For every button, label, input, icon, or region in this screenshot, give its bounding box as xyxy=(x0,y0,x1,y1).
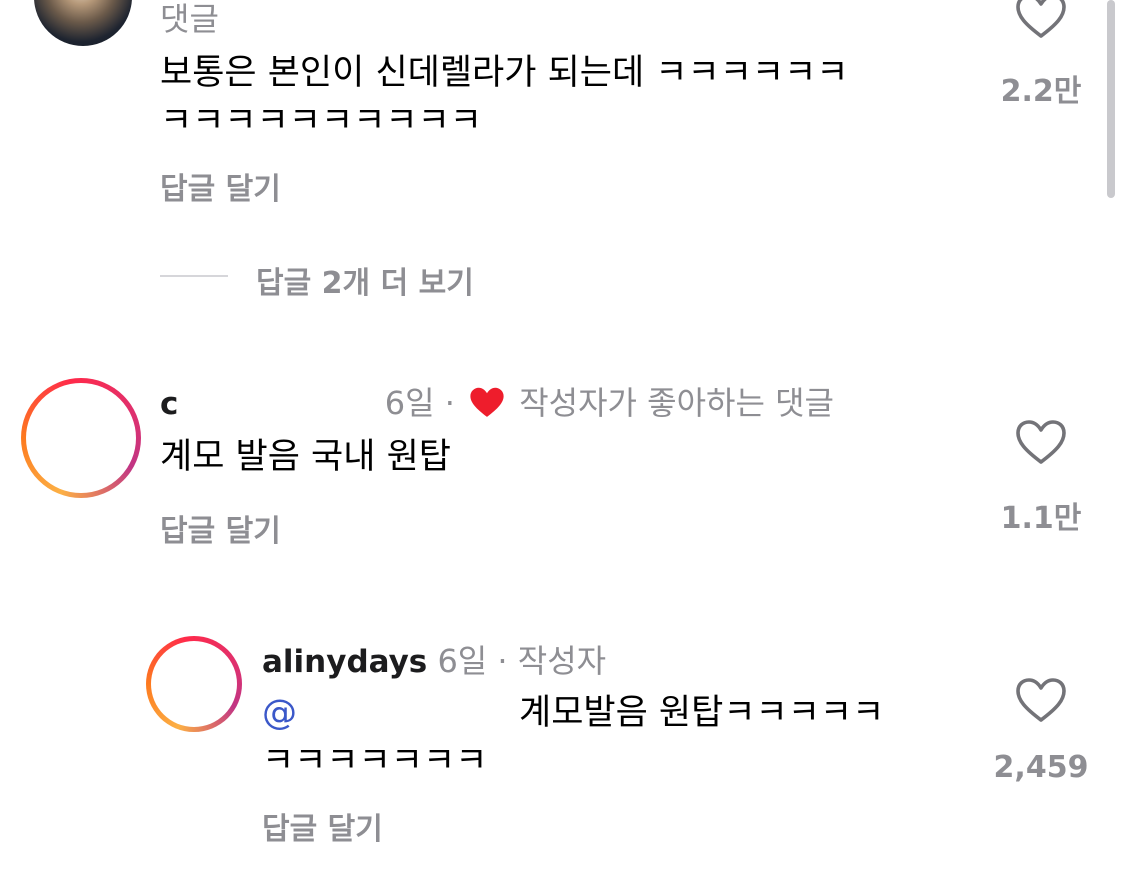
view-replies-divider xyxy=(160,275,228,277)
like-button[interactable] xyxy=(1015,678,1067,724)
avatar[interactable] xyxy=(146,636,242,732)
comment-meta: 댓글 xyxy=(160,0,219,38)
username-partial[interactable]: c xyxy=(160,386,178,422)
comment-text: 계모발음 원탑ㅋㅋㅋㅋㅋ xyxy=(519,693,885,733)
scrollbar[interactable] xyxy=(1107,0,1115,198)
comment-meta: c 6일 · 작성자가 좋아하는 댓글 xyxy=(160,378,834,424)
comment-text-line-1: @ 계모발음 원탑ㅋㅋㅋㅋㅋ xyxy=(262,688,884,738)
like-count: 2.2만 xyxy=(1000,74,1082,109)
heart-outline-icon xyxy=(1016,678,1066,722)
avatar[interactable] xyxy=(34,0,132,46)
heart-outline-icon xyxy=(1016,420,1066,464)
author-liked-label: 작성자가 좋아하는 댓글 xyxy=(519,384,834,422)
comment-time: 6일 xyxy=(437,642,488,680)
view-more-replies-button[interactable]: 답글 2개 더 보기 xyxy=(256,258,474,302)
heart-filled-icon xyxy=(470,387,504,417)
comment-text-line-1: 보통은 본인이 신데렐라가 되는데 ㅋㅋㅋㅋㅋㅋ xyxy=(160,53,849,93)
reply-button[interactable]: 답글 달기 xyxy=(262,804,383,848)
comment-text-line-2: ㅋㅋㅋㅋㅋㅋㅋㅋㅋㅋ xyxy=(160,101,483,141)
like-count: 2,459 xyxy=(993,750,1089,785)
avatar[interactable] xyxy=(21,378,141,498)
meta-separator: · xyxy=(497,642,508,680)
like-count: 1.1만 xyxy=(1000,501,1082,536)
comment-text-line-2: ㅋㅋㅋㅋㅋㅋㅋ xyxy=(262,741,488,781)
comment-meta: alinydays 6일 · 작성자 xyxy=(262,636,606,682)
heart-outline-icon xyxy=(1016,0,1066,38)
reply-button[interactable]: 답글 달기 xyxy=(160,164,281,208)
username[interactable]: alinydays xyxy=(262,644,427,680)
mention-link[interactable]: @ xyxy=(262,693,297,733)
reply-button[interactable]: 답글 달기 xyxy=(160,506,281,550)
meta-separator: · xyxy=(444,384,455,422)
comment-text: 계모 발음 국내 원탑 xyxy=(160,437,451,477)
like-button[interactable] xyxy=(1015,420,1067,466)
author-badge: 작성자 xyxy=(517,642,607,680)
like-button[interactable] xyxy=(1015,0,1067,40)
comments-screen: 댓글 보통은 본인이 신데렐라가 되는데 ㅋㅋㅋㅋㅋㅋ ㅋㅋㅋㅋㅋㅋㅋㅋㅋㅋ 답… xyxy=(0,0,1125,882)
comment-time: 6일 xyxy=(384,384,435,422)
